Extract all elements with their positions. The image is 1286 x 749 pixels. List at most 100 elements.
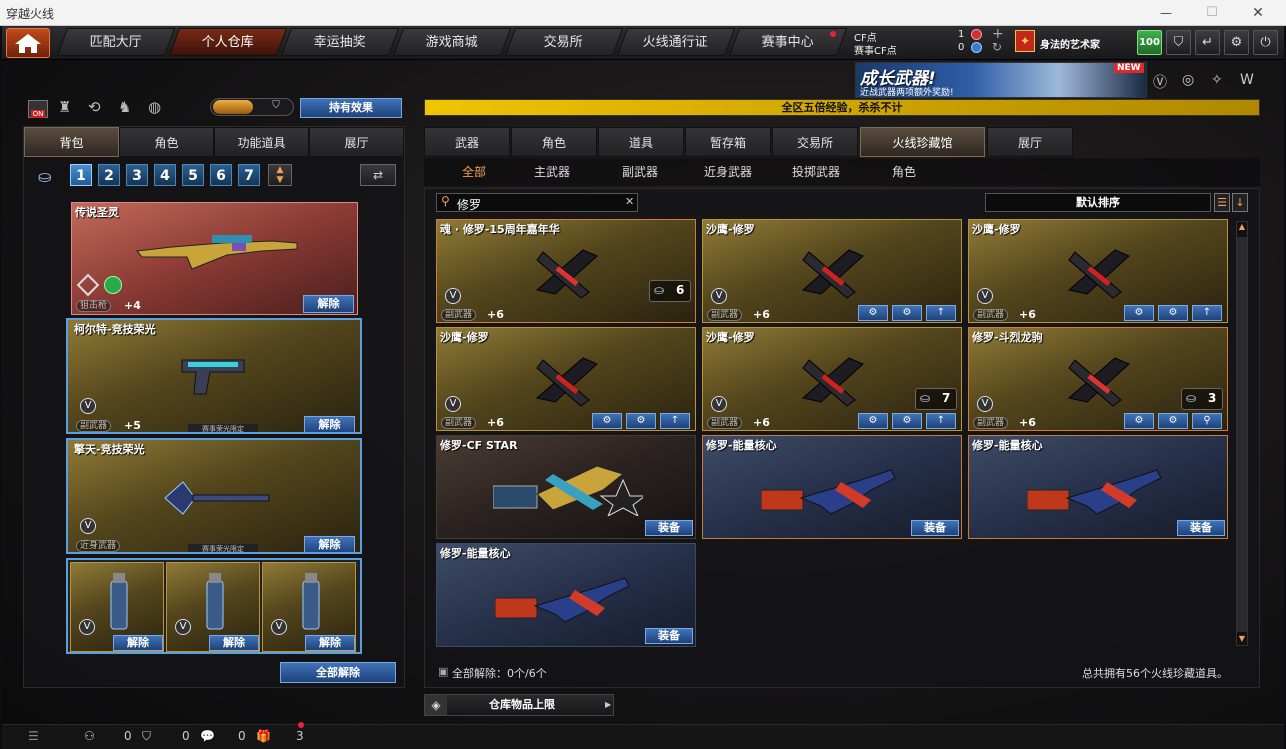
home-button[interactable] [6, 28, 50, 58]
upgrade-icon[interactable]: ⚙ [1124, 305, 1154, 321]
collection-item-card[interactable]: 沙鹰-修罗 V 副武器 +6 ⚙ ⚙ ↑ [702, 219, 962, 323]
page-button[interactable]: 4 [154, 164, 176, 186]
collection-tab[interactable]: 暂存箱 [685, 127, 771, 157]
scroll-up-icon[interactable]: ▲ [1237, 222, 1247, 234]
settings-icon[interactable]: ⚙ [892, 413, 922, 429]
settings-icon[interactable]: ⚙ [1158, 413, 1188, 429]
gear-icon[interactable]: ⚙ [1224, 30, 1249, 55]
page-button[interactable]: 5 [182, 164, 204, 186]
category-subtab[interactable]: 副武器 [596, 160, 684, 184]
page-stepper[interactable]: ▲ ▼ [268, 164, 292, 186]
sort-down-icon[interactable]: ↓ [1232, 193, 1248, 212]
search-box[interactable]: ⚲ 修罗 ✕ [436, 193, 638, 212]
nav-tab[interactable]: 个人仓库 [168, 28, 288, 56]
category-subtab[interactable]: 投掷武器 [772, 160, 860, 184]
collection-item-card[interactable]: 修罗-能量核心 装备 [702, 435, 962, 539]
gift-icon[interactable]: 🎁 [256, 729, 271, 743]
up-arrow-icon[interactable]: ↑ [660, 413, 690, 429]
scrollbar[interactable]: ▲ ▼ [1236, 221, 1248, 646]
collection-tab[interactable]: 火线珍藏馆 [860, 127, 985, 157]
upgrade-icon[interactable]: ⚙ [592, 413, 622, 429]
chat-icon[interactable]: 💬 [200, 729, 215, 743]
backpack-tab[interactable]: 背包 [24, 127, 119, 157]
grenade-slot[interactable]: V 解除 [166, 562, 260, 652]
equip-slot-melee[interactable]: 擎天-竞技荣光 V 近身武器 赛事荣光限定 解除 [66, 438, 362, 554]
up-arrow-icon[interactable]: ↑ [1192, 305, 1222, 321]
collection-tab[interactable]: 武器 [424, 127, 510, 157]
up-arrow-icon[interactable]: ↑ [926, 305, 956, 321]
upgrade-icon[interactable]: ⚙ [858, 305, 888, 321]
backpack-tab[interactable]: 功能道具 [214, 127, 309, 157]
upgrade-icon[interactable]: ⚙ [858, 413, 888, 429]
equip-slot-primary[interactable]: 传说圣灵 狙击枪 +4 解除 [71, 202, 358, 315]
search-icon[interactable]: ⚲ [1192, 413, 1222, 429]
power-icon[interactable]: ⏻ [1253, 30, 1278, 55]
v-icon[interactable]: Ⓥ [1153, 72, 1167, 92]
bag-icon[interactable]: ◍ [148, 98, 161, 116]
scroll-thumb[interactable] [1237, 237, 1247, 632]
sort-dropdown[interactable]: 默认排序 [985, 193, 1211, 212]
unequip-button[interactable]: 解除 [305, 635, 355, 651]
menu-icon[interactable]: ☰ [28, 729, 39, 743]
grenade-slot[interactable]: V 解除 [70, 562, 164, 652]
collection-item-card[interactable]: 沙鹰-修罗 V 副武器 +6 ⚙ ⚙ ↑ [436, 327, 696, 431]
settings-icon[interactable]: ⚙ [1158, 305, 1188, 321]
settings-icon[interactable]: ⚙ [892, 305, 922, 321]
collection-tab[interactable]: 角色 [511, 127, 597, 157]
refresh-icon[interactable]: ↻ [992, 40, 1002, 54]
shield-icon[interactable]: ⛉ [1166, 30, 1191, 55]
unequip-button[interactable]: 解除 [304, 416, 355, 432]
equip-button[interactable]: 装备 [1177, 520, 1225, 536]
close-button[interactable]: ✕ [1238, 0, 1278, 26]
collection-item-card[interactable]: 修罗-能量核心 装备 [436, 543, 696, 647]
promo-banner[interactable]: 成长武器! 近战武器两项额外奖励! NEW [855, 62, 1147, 98]
username[interactable]: 身法的艺术家 [1040, 36, 1100, 51]
transfer-icon[interactable]: ⇄ [360, 164, 396, 186]
friends-icon[interactable]: ⚇ [84, 729, 95, 743]
unequip-all-icon[interactable]: ▣ [438, 665, 448, 678]
unequip-all-button[interactable]: 全部解除 [280, 662, 396, 683]
toggle-on-icon[interactable]: ON [28, 100, 48, 118]
nav-tab[interactable]: 幸运抽奖 [280, 28, 400, 56]
holding-effect-button[interactable]: 持有效果 [300, 98, 402, 118]
page-button[interactable]: 3 [126, 164, 148, 186]
equip-button[interactable]: 装备 [911, 520, 959, 536]
equip-button[interactable]: 装备 [645, 520, 693, 536]
page-button[interactable]: 6 [210, 164, 232, 186]
minimize-button[interactable]: — [1146, 0, 1186, 26]
collection-item-card[interactable]: 修罗-能量核心 装备 [968, 435, 1228, 539]
grenade-slot[interactable]: V 解除 [262, 562, 356, 652]
clear-search-icon[interactable]: ✕ [625, 195, 634, 208]
search-input[interactable]: 修罗 [457, 196, 481, 213]
collection-tab[interactable]: 交易所 [772, 127, 858, 157]
view-toggle[interactable]: ⛉ [210, 98, 294, 116]
collection-item-card[interactable]: 修罗-斗烈龙驹 V 副武器 +6 ⛀ 3 ⚙ ⚙ ⚲ [968, 327, 1228, 431]
page-button[interactable]: 1 [70, 164, 92, 186]
collection-item-card[interactable]: 修罗-CF STAR 装备 [436, 435, 696, 539]
unequip-button[interactable]: 解除 [303, 295, 354, 313]
unequip-button[interactable]: 解除 [304, 536, 355, 552]
nav-tab[interactable]: 火线通行证 [616, 28, 736, 56]
unequip-button[interactable]: 解除 [209, 635, 259, 651]
category-subtab[interactable]: 主武器 [508, 160, 596, 184]
figure-icon[interactable]: ♞ [118, 98, 131, 116]
list-icon[interactable]: ☰ [1214, 193, 1230, 212]
page-button[interactable]: 2 [98, 164, 120, 186]
collection-tab[interactable]: 展厅 [987, 127, 1073, 157]
backpack-tab[interactable]: 展厅 [309, 127, 404, 157]
equip-slot-secondary[interactable]: 柯尔特-竞技荣光 V 副武器 +5 赛事荣光限定 解除 [66, 318, 362, 434]
collection-item-card[interactable]: 沙鹰-修罗 V 副武器 +6 ⚙ ⚙ ↑ [968, 219, 1228, 323]
collection-tab[interactable]: 道具 [598, 127, 684, 157]
unequip-button[interactable]: 解除 [113, 635, 163, 651]
collection-item-card[interactable]: 魂 · 修罗-15周年嘉年华 V 副武器 +6 ⛀ 6 [436, 219, 696, 323]
return-icon[interactable]: ↵ [1195, 30, 1220, 55]
upgrade-icon[interactable]: ⚙ [1124, 413, 1154, 429]
maximize-button[interactable]: ☐ [1192, 0, 1232, 26]
nav-tab[interactable]: 游戏商城 [392, 28, 512, 56]
nav-tab[interactable]: 交易所 [504, 28, 624, 56]
category-subtab[interactable]: 角色 [860, 160, 948, 184]
equip-button[interactable]: 装备 [645, 628, 693, 644]
backpack-tab[interactable]: 角色 [119, 127, 214, 157]
page-button[interactable]: 7 [238, 164, 260, 186]
collection-item-card[interactable]: 沙鹰-修罗 V 副武器 +6 ⛀ 7 ⚙ ⚙ ↑ [702, 327, 962, 431]
